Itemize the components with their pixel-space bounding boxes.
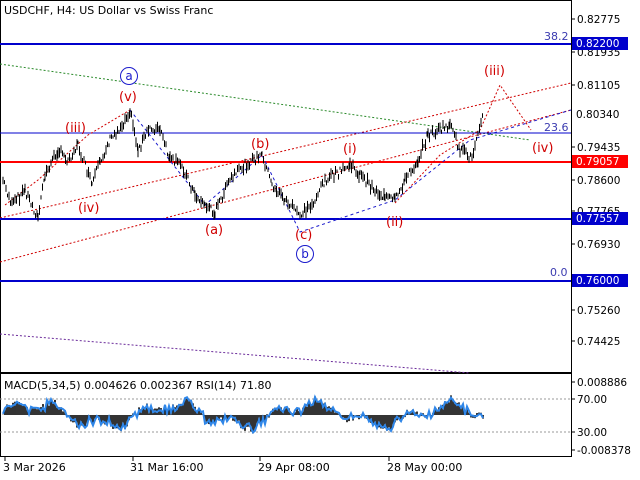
price-tag-82200: 0.82200 (576, 38, 619, 50)
price-axis: 0.82775 0.81935 0.81105 0.79435 0.78600 … (571, 14, 620, 348)
price-tick: 0.74425 (577, 336, 620, 348)
time-label: 3 Mar 2026 (3, 461, 66, 474)
wave-label-iv-left: (iv) (78, 201, 99, 216)
fib-label-23: 23.6 (544, 121, 569, 134)
wave-label-circle-a: a (125, 69, 132, 83)
time-label: 31 Mar 16:00 (130, 461, 203, 474)
price-tick: 0.82775 (577, 14, 620, 26)
trading-chart[interactable]: USDCHF, H4: US Dollar vs Swiss Franc 38.… (0, 0, 640, 480)
wave-label-ii: (ii) (386, 215, 403, 230)
price-tag-77557: 0.77557 (576, 213, 619, 225)
price-tick: 0.78600 (577, 175, 620, 187)
wave-label-iii-left: (iii) (65, 121, 86, 136)
indicator-tick: -0.008378 (577, 445, 631, 457)
time-label: 28 May 00:00 (387, 461, 462, 474)
wave-label-b: (b) (251, 137, 269, 152)
wave-label-a: (a) (205, 223, 223, 238)
price-tick: 0.79435 (577, 142, 620, 154)
price-tick: 0.75260 (577, 305, 620, 317)
fib-label-38: 38.2 (544, 30, 569, 43)
wave-label-iii-right: (iii) (484, 64, 505, 79)
wave-label-iv-right: (iv) (532, 141, 553, 156)
main-chart-frame (0, 0, 572, 373)
price-tick: 0.81105 (577, 80, 620, 92)
wave-label-circle-b: b (301, 247, 309, 261)
price-tag-80340: 0.80340 (576, 109, 619, 121)
wave-label-i: (i) (343, 142, 357, 157)
indicator-tick: 0.008886 (577, 377, 627, 389)
wave-label-v: (v) (119, 90, 137, 105)
indicator-label: MACD(5,34,5) 0.004626 0.002367 RSI(14) 7… (4, 379, 271, 392)
fib-label-00: 0.0 (550, 266, 568, 279)
price-tick: 0.76930 (577, 239, 620, 251)
price-tag-79057: 0.79057 (576, 156, 619, 168)
wave-label-c: (c) (295, 228, 312, 243)
time-label: 29 Apr 08:00 (258, 461, 330, 474)
indicator-tick: 30.00 (577, 427, 607, 439)
chart-title: USDCHF, H4: US Dollar vs Swiss Franc (4, 4, 213, 17)
indicator-tick: 70.00 (577, 394, 607, 406)
indicator-axis: 0.008886 70.00 30.00 -0.008378 (571, 377, 631, 457)
time-axis: 3 Mar 2026 31 Mar 16:00 29 Apr 08:00 28 … (3, 457, 462, 474)
price-tag-76000: 0.76000 (576, 275, 619, 287)
